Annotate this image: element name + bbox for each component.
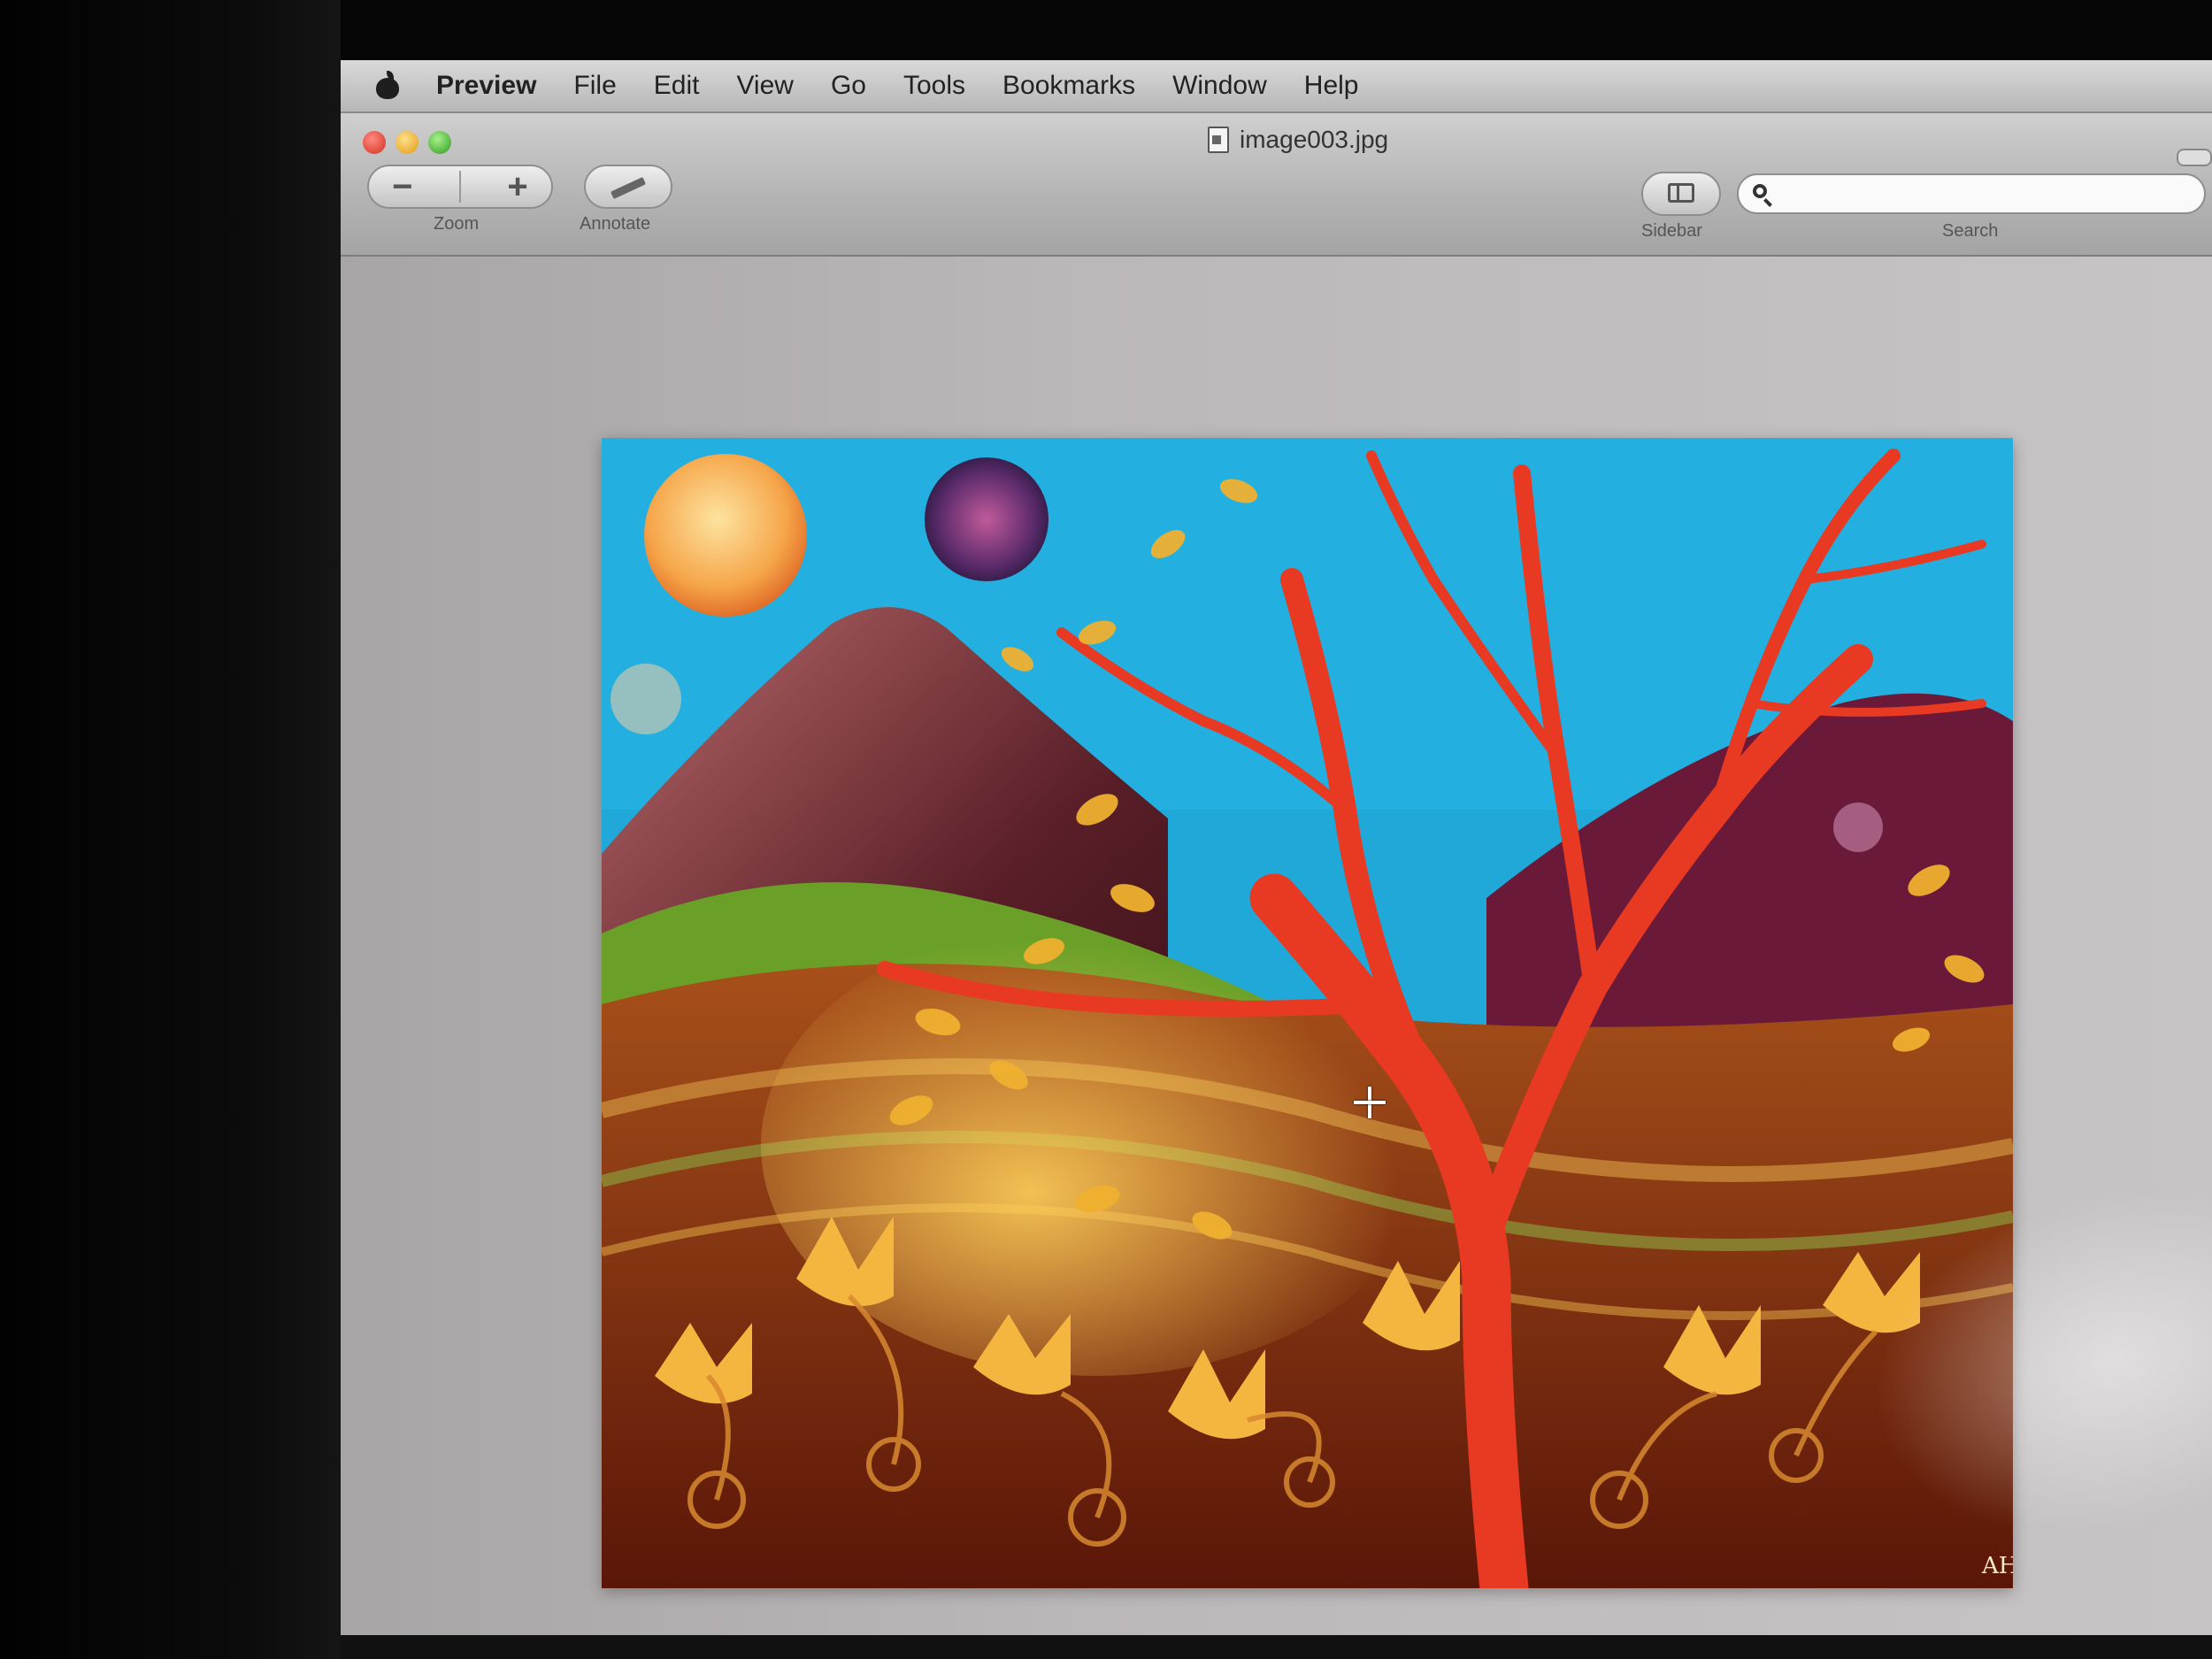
menu-go[interactable]: Go — [831, 71, 866, 101]
zoom-divider — [458, 171, 461, 203]
menu-view[interactable]: View — [736, 71, 793, 101]
sidebar-button[interactable] — [1641, 172, 1721, 216]
search-input[interactable] — [1781, 180, 2192, 209]
sidebar-icon — [1668, 183, 1694, 203]
zoom-in-button[interactable]: + — [507, 169, 527, 204]
menu-app-preview[interactable]: Preview — [436, 71, 536, 101]
search-icon — [1753, 184, 1767, 198]
zoom-control: − + — [367, 165, 553, 209]
window-title: image003.jpg — [1208, 126, 1388, 154]
painting-artwork — [602, 438, 2013, 1588]
search-field[interactable] — [1737, 173, 2206, 214]
dock-edge — [341, 1635, 2212, 1659]
pencil-icon — [610, 176, 647, 200]
menu-edit[interactable]: Edit — [654, 71, 700, 101]
monitor-bezel — [0, 0, 341, 1659]
displayed-image[interactable]: AH — [602, 438, 2013, 1588]
annotate-button[interactable] — [584, 165, 672, 209]
crosshair-cursor-icon — [1354, 1087, 1386, 1118]
close-window-button[interactable] — [363, 131, 386, 154]
apple-menu-icon[interactable] — [376, 71, 399, 99]
minimize-window-button[interactable] — [396, 131, 419, 154]
toolbar-toggle-button[interactable] — [2177, 149, 2212, 166]
menu-help[interactable]: Help — [1304, 71, 1359, 101]
zoom-out-button[interactable]: − — [392, 169, 412, 204]
window-toolbar: image003.jpg − + Zoom Annotate Sidebar S… — [341, 113, 2212, 257]
zoom-window-button[interactable] — [428, 131, 451, 154]
menu-bar: Preview File Edit View Go Tools Bookmark… — [341, 60, 2212, 113]
window-title-text: image003.jpg — [1240, 126, 1389, 153]
menu-file[interactable]: File — [573, 71, 616, 101]
search-label: Search — [1942, 221, 1999, 241]
annotate-label: Annotate — [580, 214, 651, 234]
zoom-label: Zoom — [434, 214, 480, 234]
sidebar-label: Sidebar — [1641, 221, 1702, 241]
document-area[interactable]: AH — [341, 257, 2212, 1659]
screen: Preview File Edit View Go Tools Bookmark… — [341, 60, 2212, 1659]
document-icon — [1208, 127, 1229, 153]
menu-window[interactable]: Window — [1172, 71, 1267, 101]
menu-bookmarks[interactable]: Bookmarks — [1002, 71, 1135, 101]
menu-tools[interactable]: Tools — [903, 71, 965, 101]
